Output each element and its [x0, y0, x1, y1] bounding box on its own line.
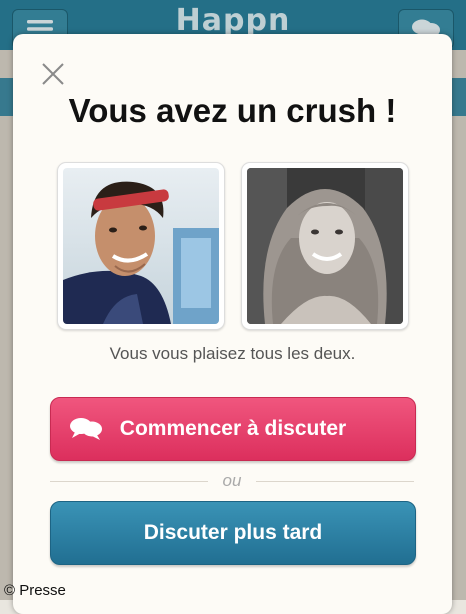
photo-credit: © Presse — [4, 582, 66, 599]
chat-later-label: Discuter plus tard — [143, 521, 323, 544]
match-subtitle: Vous vous plaisez tous les deux. — [109, 344, 356, 363]
or-divider: ou — [50, 471, 414, 491]
man-photo-image — [63, 168, 219, 324]
profile-photo-woman[interactable] — [241, 162, 409, 330]
chat-bubbles-icon — [70, 418, 102, 440]
close-icon[interactable] — [39, 60, 67, 88]
start-chat-label: Commencer à discuter — [119, 417, 347, 440]
start-chat-button[interactable]: Commencer à discuter — [50, 397, 416, 461]
chat-later-button[interactable]: Discuter plus tard — [50, 501, 416, 565]
crush-modal: Vous avez un crush ! Vous vous plaisez t… — [13, 34, 452, 614]
woman-photo-image — [247, 168, 403, 324]
profile-photo-man[interactable] — [57, 162, 225, 330]
modal-title: Vous avez un crush ! — [68, 92, 397, 129]
divider-line-right — [256, 481, 414, 482]
